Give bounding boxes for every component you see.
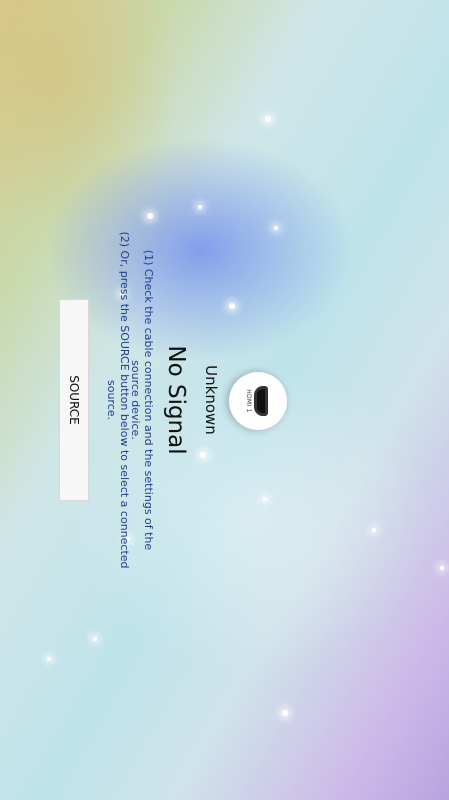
instruction-line-1: (1) Check the cable connection and the s… (129, 249, 155, 551)
instruction-line-2: (2) Or, press the SOURCE button below to… (105, 231, 131, 569)
hdmi-port-icon (254, 386, 269, 416)
no-signal-panel: HDMI 1 Unknown No Signal (1) Check the c… (0, 0, 449, 800)
hdmi-source-icon: HDMI 1 (229, 372, 287, 430)
source-device-name: Unknown (202, 365, 220, 435)
source-button[interactable]: SOURCE (59, 299, 89, 501)
hdmi-port-label: HDMI 1 (245, 389, 253, 413)
no-signal-title: No Signal (163, 345, 189, 455)
